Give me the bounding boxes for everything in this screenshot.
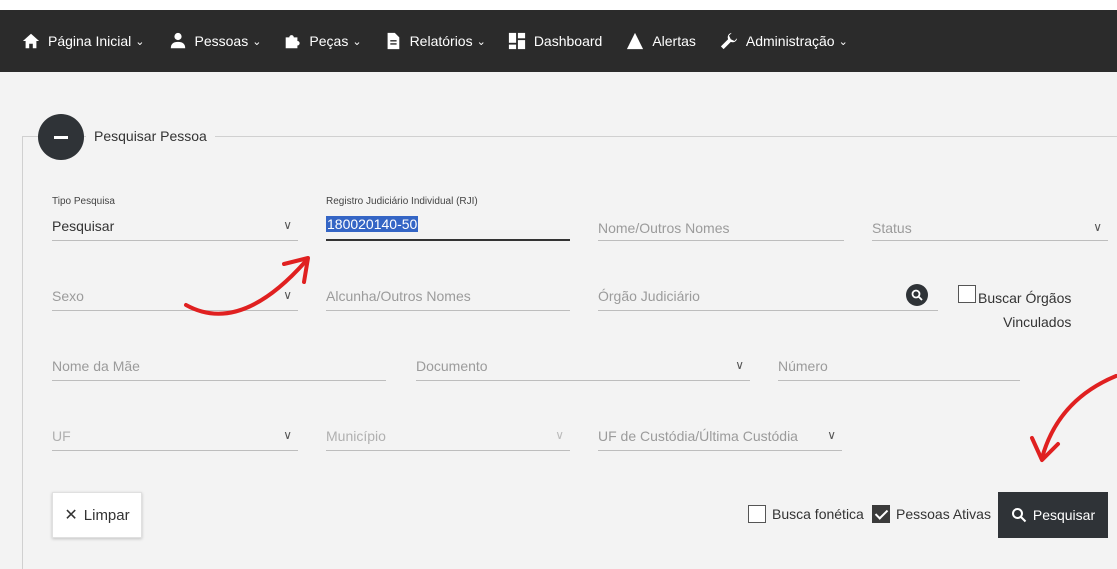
document-icon (384, 32, 402, 50)
main-navbar: Página Inicial ⌄ Pessoas ⌄ Peças ⌄ Relat… (0, 10, 1117, 72)
checkbox-box[interactable] (958, 285, 976, 303)
orgao-placeholder: Órgão Judiciário (598, 288, 700, 304)
minus-icon (54, 135, 68, 139)
chevron-down-icon: ∨ (735, 358, 744, 372)
wrench-icon (720, 32, 738, 50)
nav-item-pessoas[interactable]: Pessoas ⌄ (169, 10, 262, 72)
nav-item-dashboard[interactable]: Dashboard (508, 10, 603, 72)
municipio-select[interactable]: Município ∨ (326, 424, 570, 451)
search-icon[interactable] (906, 284, 928, 306)
rji-input[interactable]: Registro Judiciário Individual (RJI) 180… (326, 196, 570, 241)
alcunha-placeholder: Alcunha/Outros Nomes (326, 288, 471, 304)
buscar-orgaos-label: Buscar Órgãos Vinculados (978, 286, 1071, 334)
uf-select[interactable]: UF ∨ (52, 424, 298, 451)
chevron-down-icon: ∨ (827, 428, 836, 442)
chevron-down-icon: ∨ (1093, 220, 1102, 234)
nav-item-pagina-inicial[interactable]: Página Inicial ⌄ (22, 10, 145, 72)
chevron-down-icon: ⌄ (476, 35, 486, 48)
clear-button[interactable]: ✕ Limpar (52, 492, 142, 538)
nome-mae-placeholder: Nome da Mãe (52, 358, 140, 374)
panel-legend: Pesquisar Pessoa (86, 128, 215, 144)
rji-value: 180020140-50 (326, 216, 419, 232)
search-icon (1011, 508, 1027, 523)
nav-label: Alertas (652, 33, 696, 49)
uf-custodia-placeholder: UF de Custódia/Última Custódia (598, 428, 798, 444)
busca-fonetica-checkbox[interactable] (748, 505, 766, 523)
nome-da-mae-input[interactable]: Nome da Mãe (52, 354, 386, 381)
chevron-down-icon: ∨ (555, 428, 564, 442)
nav-item-alertas[interactable]: Alertas (626, 10, 696, 72)
collapse-panel-button[interactable] (38, 114, 84, 160)
pessoas-ativas-option[interactable]: Pessoas Ativas (872, 505, 991, 523)
nav-label: Administração (745, 33, 835, 49)
uf-placeholder: UF (52, 428, 71, 444)
busca-fonetica-label: Busca fonética (772, 506, 864, 522)
nav-label: Pessoas (194, 33, 249, 49)
pessoas-ativas-label: Pessoas Ativas (896, 506, 991, 522)
top-strip (0, 0, 1117, 10)
tipo-pesquisa-select[interactable]: Tipo Pesquisa Pesquisar ∨ (52, 196, 298, 241)
municipio-placeholder: Município (326, 428, 386, 444)
buscar-orgaos-line1: Buscar Órgãos (978, 290, 1072, 306)
nav-item-administracao[interactable]: Administração ⌄ (720, 10, 848, 72)
busca-fonetica-option[interactable]: Busca fonética (748, 505, 864, 523)
chevron-down-icon: ⌄ (135, 35, 145, 48)
dashboard-icon (508, 32, 526, 50)
tipo-pesquisa-label: Tipo Pesquisa (52, 196, 115, 207)
numero-placeholder: Número (778, 358, 828, 374)
sexo-select[interactable]: Sexo ∨ (52, 284, 298, 311)
chevron-down-icon: ∨ (283, 428, 292, 442)
buscar-orgaos-checkbox[interactable] (958, 285, 976, 303)
numero-input[interactable]: Número (778, 354, 1020, 381)
tipo-pesquisa-value: Pesquisar (52, 218, 115, 234)
home-icon (22, 32, 40, 50)
chevron-down-icon: ⌄ (838, 35, 848, 48)
nav-label: Página Inicial (48, 33, 132, 49)
sexo-placeholder: Sexo (52, 288, 84, 304)
puzzle-icon (283, 32, 301, 50)
uf-custodia-select[interactable]: UF de Custódia/Última Custódia ∨ (598, 424, 842, 451)
status-placeholder: Status (872, 220, 912, 236)
search-label: Pesquisar (1032, 507, 1096, 523)
orgao-judiciario-input[interactable]: Órgão Judiciário (598, 284, 938, 311)
pessoas-ativas-checkbox[interactable] (872, 505, 890, 523)
nav-label: Peças (309, 33, 349, 49)
clear-label: Limpar (83, 506, 130, 524)
nav-item-relatorios[interactable]: Relatórios ⌄ (384, 10, 486, 72)
nav-label: Dashboard (533, 33, 603, 49)
person-icon (169, 32, 187, 50)
documento-placeholder: Documento (416, 358, 488, 374)
chevron-down-icon: ⌄ (352, 35, 362, 48)
documento-select[interactable]: Documento ∨ (416, 354, 750, 381)
nome-outros-nomes-input[interactable]: Nome/Outros Nomes (598, 214, 844, 241)
warning-icon (626, 32, 644, 50)
buscar-orgaos-line2: Vinculados (1003, 314, 1072, 330)
close-icon: ✕ (64, 507, 78, 524)
rji-label: Registro Judiciário Individual (RJI) (326, 196, 478, 207)
nav-item-pecas[interactable]: Peças ⌄ (283, 10, 362, 72)
search-button[interactable]: Pesquisar (998, 492, 1108, 538)
status-select[interactable]: Status ∨ (872, 214, 1108, 241)
nome-placeholder: Nome/Outros Nomes (598, 220, 730, 236)
chevron-down-icon: ∨ (283, 288, 292, 302)
chevron-down-icon: ∨ (283, 218, 292, 232)
chevron-down-icon: ⌄ (252, 35, 262, 48)
nav-label: Relatórios (409, 33, 473, 49)
alcunha-input[interactable]: Alcunha/Outros Nomes (326, 284, 570, 311)
